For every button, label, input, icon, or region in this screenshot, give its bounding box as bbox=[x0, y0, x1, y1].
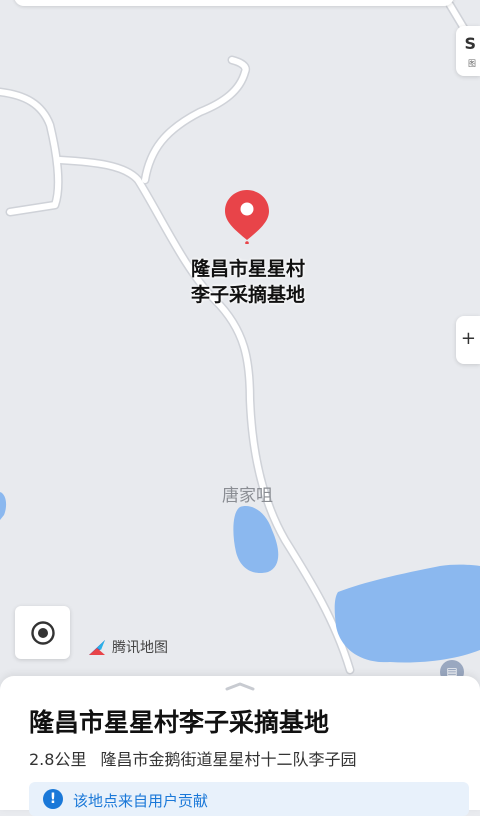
layer-button-label: 图 bbox=[468, 59, 476, 68]
tencent-map-logo-icon bbox=[89, 640, 105, 655]
place-address: 隆昌市金鹅街道星星村十二队李子园 bbox=[100, 750, 357, 769]
notice-text: 该地点来自用户贡献 bbox=[73, 792, 209, 810]
place-label-line1: 隆昌市星星村 bbox=[190, 258, 305, 280]
place-label-line2: 李子采摘基地 bbox=[190, 284, 305, 306]
place-title: 隆昌市星星村李子采摘基地 bbox=[29, 708, 330, 737]
locate-me-button[interactable] bbox=[15, 606, 70, 659]
zoom-button[interactable]: + bbox=[456, 316, 480, 364]
layers-icon: S bbox=[464, 34, 476, 53]
layer-button[interactable]: S 图 bbox=[456, 26, 480, 76]
sheet-handle-icon[interactable] bbox=[225, 681, 255, 691]
place-distance: 2.8公里 bbox=[29, 750, 87, 769]
map-brand: 腾讯地图 bbox=[86, 636, 168, 658]
map-brand-text: 腾讯地图 bbox=[112, 640, 168, 656]
user-contribution-notice[interactable]: ! 该地点来自用户贡献 bbox=[29, 782, 469, 816]
water-edge bbox=[0, 492, 7, 520]
place-detail-sheet[interactable]: 隆昌市星星村李子采摘基地 2.8公里 隆昌市金鹅街道星星村十二队李子园 ! 该地点… bbox=[0, 676, 480, 816]
place-name-label[interactable]: 隆昌市星星村 李子采摘基地 bbox=[150, 256, 346, 308]
plus-icon: + bbox=[460, 328, 476, 349]
map-view[interactable]: S 图 + 隆昌市星星村 李子采摘基地 唐家咀 腾讯地图 ▤ bbox=[0, 0, 480, 690]
info-icon: ! bbox=[43, 789, 63, 809]
place-meta: 2.8公里 隆昌市金鹅街道星星村十二队李子园 bbox=[29, 746, 356, 770]
map-terrain bbox=[0, 0, 480, 675]
village-label: 唐家咀 bbox=[222, 486, 273, 506]
search-bar[interactable] bbox=[14, 0, 454, 6]
reservoir bbox=[334, 564, 480, 663]
locate-icon bbox=[31, 621, 55, 645]
location-pin-icon[interactable] bbox=[221, 188, 273, 244]
